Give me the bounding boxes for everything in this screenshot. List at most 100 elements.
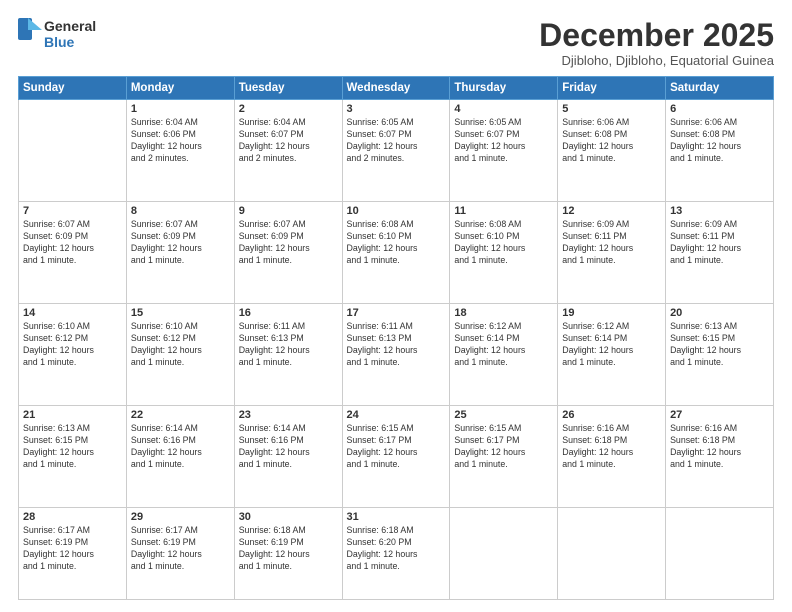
calendar-week-5: 28 Sunrise: 6:17 AMSunset: 6:19 PMDayligh… [19, 508, 774, 600]
calendar-cell: 25 Sunrise: 6:15 AMSunset: 6:17 PMDayligh… [450, 406, 558, 508]
day-content: Sunrise: 6:04 AMSunset: 6:06 PMDaylight:… [131, 117, 230, 165]
calendar-cell: 19 Sunrise: 6:12 AMSunset: 6:14 PMDayligh… [558, 304, 666, 406]
day-content: Sunrise: 6:13 AMSunset: 6:15 PMDaylight:… [23, 423, 122, 471]
calendar-cell: 15Sunrise: 6:10 AMSunset: 6:12 PMDayligh… [126, 304, 234, 406]
calendar-cell: 13Sunrise: 6:09 AMSunset: 6:11 PMDayligh… [666, 202, 774, 304]
day-number: 9 [239, 205, 338, 217]
logo: General Blue [18, 18, 96, 50]
day-content: Sunrise: 6:18 AMSunset: 6:20 PMDaylight:… [347, 525, 446, 573]
calendar-cell: 18 Sunrise: 6:12 AMSunset: 6:14 PMDayligh… [450, 304, 558, 406]
title-block: December 2025 Djibloho, Djibloho, Equato… [539, 18, 774, 68]
calendar-cell: 8 Sunrise: 6:07 AMSunset: 6:09 PMDaylight… [126, 202, 234, 304]
calendar-cell: 14 Sunrise: 6:10 AMSunset: 6:12 PMDayligh… [19, 304, 127, 406]
calendar-cell: 2Sunrise: 6:04 AMSunset: 6:07 PMDaylight… [234, 100, 342, 202]
day-content: Sunrise: 6:10 AMSunset: 6:12 PMDaylight:… [131, 321, 230, 369]
day-number: 16 [239, 307, 338, 319]
logo-icon [18, 18, 42, 50]
calendar-cell: 24 Sunrise: 6:15 AMSunset: 6:17 PMDayligh… [342, 406, 450, 508]
day-number: 10 [347, 205, 446, 217]
calendar-cell: 12 Sunrise: 6:09 AMSunset: 6:11 PMDayligh… [558, 202, 666, 304]
day-number: 3 [347, 103, 446, 115]
calendar-cell: 10Sunrise: 6:08 AMSunset: 6:10 PMDayligh… [342, 202, 450, 304]
calendar-cell: 3 Sunrise: 6:05 AMSunset: 6:07 PMDaylight… [342, 100, 450, 202]
day-content: Sunrise: 6:10 AMSunset: 6:12 PMDaylight:… [23, 321, 122, 369]
calendar-cell: 22Sunrise: 6:14 AMSunset: 6:16 PMDayligh… [126, 406, 234, 508]
day-number: 25 [454, 409, 553, 421]
calendar-cell: 4 Sunrise: 6:05 AMSunset: 6:07 PMDaylight… [450, 100, 558, 202]
weekday-header-saturday: Saturday [666, 77, 774, 100]
day-content: Sunrise: 6:05 AMSunset: 6:07 PMDaylight:… [454, 117, 553, 165]
day-number: 21 [23, 409, 122, 421]
calendar-cell: 20Sunrise: 6:13 AMSunset: 6:15 PMDayligh… [666, 304, 774, 406]
day-content: Sunrise: 6:13 AMSunset: 6:15 PMDaylight:… [670, 321, 769, 369]
day-content: Sunrise: 6:06 AMSunset: 6:08 PMDaylight:… [670, 117, 769, 165]
day-content: Sunrise: 6:07 AMSunset: 6:09 PMDaylight:… [23, 219, 122, 267]
day-number: 12 [562, 205, 661, 217]
calendar-cell: 16 Sunrise: 6:11 AMSunset: 6:13 PMDayligh… [234, 304, 342, 406]
day-content: Sunrise: 6:15 AMSunset: 6:17 PMDaylight:… [454, 423, 553, 471]
day-content: Sunrise: 6:07 AMSunset: 6:09 PMDaylight:… [131, 219, 230, 267]
calendar-cell [558, 508, 666, 600]
calendar-cell: 5 Sunrise: 6:06 AMSunset: 6:08 PMDaylight… [558, 100, 666, 202]
day-content: Sunrise: 6:12 AMSunset: 6:14 PMDaylight:… [454, 321, 553, 369]
calendar-cell: 27 Sunrise: 6:16 AMSunset: 6:18 PMDayligh… [666, 406, 774, 508]
day-number: 24 [347, 409, 446, 421]
day-number: 28 [23, 511, 122, 523]
day-number: 23 [239, 409, 338, 421]
calendar-week-4: 21 Sunrise: 6:13 AMSunset: 6:15 PMDayligh… [19, 406, 774, 508]
day-content: Sunrise: 6:09 AMSunset: 6:11 PMDaylight:… [670, 219, 769, 267]
day-content: Sunrise: 6:06 AMSunset: 6:08 PMDaylight:… [562, 117, 661, 165]
calendar-cell: 29 Sunrise: 6:17 AMSunset: 6:19 PMDayligh… [126, 508, 234, 600]
day-number: 8 [131, 205, 230, 217]
calendar-week-3: 14 Sunrise: 6:10 AMSunset: 6:12 PMDayligh… [19, 304, 774, 406]
day-content: Sunrise: 6:17 AMSunset: 6:19 PMDaylight:… [131, 525, 230, 573]
day-content: Sunrise: 6:18 AMSunset: 6:19 PMDaylight:… [239, 525, 338, 573]
day-content: Sunrise: 6:08 AMSunset: 6:10 PMDaylight:… [454, 219, 553, 267]
day-number: 31 [347, 511, 446, 523]
day-content: Sunrise: 6:16 AMSunset: 6:18 PMDaylight:… [562, 423, 661, 471]
weekday-header-wednesday: Wednesday [342, 77, 450, 100]
day-number: 2 [239, 103, 338, 115]
weekday-header-row: SundayMondayTuesdayWednesdayThursdayFrid… [19, 77, 774, 100]
day-content: Sunrise: 6:11 AMSunset: 6:13 PMDaylight:… [239, 321, 338, 369]
day-number: 29 [131, 511, 230, 523]
weekday-header-monday: Monday [126, 77, 234, 100]
day-number: 26 [562, 409, 661, 421]
day-number: 7 [23, 205, 122, 217]
weekday-header-sunday: Sunday [19, 77, 127, 100]
calendar-cell: 17Sunrise: 6:11 AMSunset: 6:13 PMDayligh… [342, 304, 450, 406]
weekday-header-thursday: Thursday [450, 77, 558, 100]
calendar-cell: 21 Sunrise: 6:13 AMSunset: 6:15 PMDayligh… [19, 406, 127, 508]
calendar-cell: 7 Sunrise: 6:07 AMSunset: 6:09 PMDaylight… [19, 202, 127, 304]
day-content: Sunrise: 6:16 AMSunset: 6:18 PMDaylight:… [670, 423, 769, 471]
calendar-cell [450, 508, 558, 600]
day-content: Sunrise: 6:12 AMSunset: 6:14 PMDaylight:… [562, 321, 661, 369]
weekday-header-tuesday: Tuesday [234, 77, 342, 100]
calendar-cell: 26 Sunrise: 6:16 AMSunset: 6:18 PMDayligh… [558, 406, 666, 508]
calendar-week-2: 7 Sunrise: 6:07 AMSunset: 6:09 PMDaylight… [19, 202, 774, 304]
logo-text-general: General [44, 18, 96, 34]
location: Djibloho, Djibloho, Equatorial Guinea [539, 53, 774, 68]
calendar-cell: 31 Sunrise: 6:18 AMSunset: 6:20 PMDayligh… [342, 508, 450, 600]
day-content: Sunrise: 6:09 AMSunset: 6:11 PMDaylight:… [562, 219, 661, 267]
weekday-header-friday: Friday [558, 77, 666, 100]
day-number: 6 [670, 103, 769, 115]
day-number: 17 [347, 307, 446, 319]
day-number: 19 [562, 307, 661, 319]
day-number: 18 [454, 307, 553, 319]
day-number: 5 [562, 103, 661, 115]
day-number: 14 [23, 307, 122, 319]
day-number: 4 [454, 103, 553, 115]
calendar-cell: 9 Sunrise: 6:07 AMSunset: 6:09 PMDaylight… [234, 202, 342, 304]
day-content: Sunrise: 6:15 AMSunset: 6:17 PMDaylight:… [347, 423, 446, 471]
calendar-cell [666, 508, 774, 600]
day-number: 27 [670, 409, 769, 421]
day-content: Sunrise: 6:14 AMSunset: 6:16 PMDaylight:… [239, 423, 338, 471]
day-content: Sunrise: 6:17 AMSunset: 6:19 PMDaylight:… [23, 525, 122, 573]
day-number: 1 [131, 103, 230, 115]
calendar-cell: 1 Sunrise: 6:04 AMSunset: 6:06 PMDaylight… [126, 100, 234, 202]
logo-text-blue: Blue [44, 34, 96, 50]
day-content: Sunrise: 6:07 AMSunset: 6:09 PMDaylight:… [239, 219, 338, 267]
day-content: Sunrise: 6:05 AMSunset: 6:07 PMDaylight:… [347, 117, 446, 165]
header: General Blue December 2025 Djibloho, Dji… [18, 18, 774, 68]
